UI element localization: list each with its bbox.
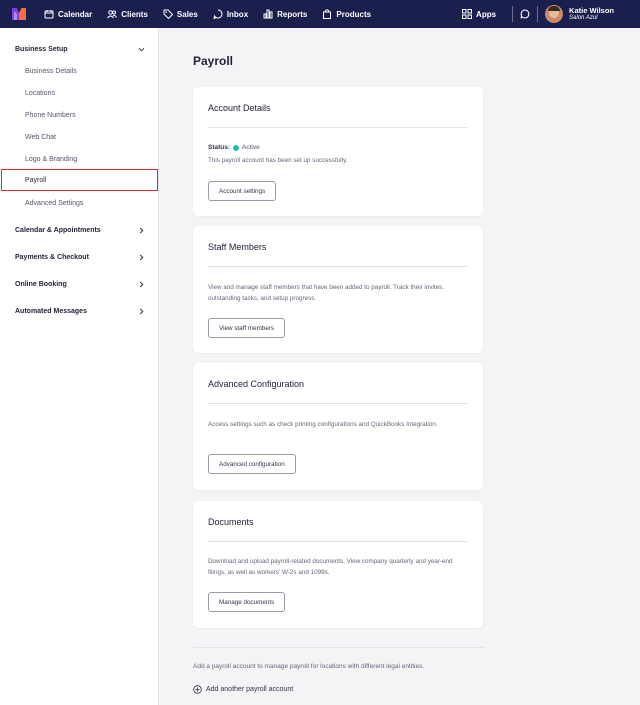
nav-clients[interactable]: Clients	[107, 9, 148, 19]
plus-circle-icon	[193, 685, 202, 694]
page-title: Payroll	[193, 54, 234, 68]
settings-sidebar: Business Setup Business Details Location…	[0, 28, 159, 705]
status-dot	[233, 144, 240, 151]
sidebar-section-payments-checkout[interactable]: Payments & Checkout	[15, 250, 145, 264]
avatar[interactable]	[545, 5, 564, 23]
card-divider	[208, 266, 468, 267]
sidebar-item-label: Phone Numbers	[25, 111, 76, 119]
sidebar-item-logo-branding[interactable]: Logo & Branding	[25, 153, 77, 165]
card-title: Account Details	[208, 103, 271, 113]
user-org: Salon Azul	[569, 14, 598, 21]
card-divider	[208, 127, 468, 128]
sidebar-item-label: Locations	[25, 89, 55, 97]
sidebar-item-label: Advanced Settings	[25, 199, 84, 207]
chevron-right-icon	[139, 308, 144, 314]
top-navigation-bar: Calendar Clients Sales Inbox Reports Pro…	[0, 0, 640, 28]
user-name: Katie Wilson	[569, 5, 614, 15]
apps-button[interactable]: Apps	[462, 9, 496, 19]
chevron-right-icon	[139, 254, 144, 260]
sidebar-item-advanced-settings[interactable]: Advanced Settings	[25, 197, 83, 209]
inbox-icon	[213, 9, 223, 19]
manage-documents-button[interactable]: Manage documents	[208, 592, 286, 612]
calendar-icon	[44, 10, 54, 19]
sidebar-section-label: Payments & Checkout	[15, 253, 89, 261]
card-description: View and manage staff members that have …	[208, 284, 445, 302]
status-row: Status: Active	[208, 144, 260, 151]
card-title: Staff Members	[208, 242, 267, 252]
advanced-configuration-button[interactable]: Advanced configuration	[208, 454, 296, 474]
sidebar-item-label: Business Details	[25, 67, 77, 75]
sidebar-section-label: Calendar & Appointments	[15, 226, 101, 234]
advanced-configuration-card: Advanced Configuration Access settings s…	[193, 363, 483, 490]
card-description: Access settings such as check printing c…	[208, 421, 438, 428]
user-menu[interactable]: Katie Wilson Salon Azul	[569, 7, 614, 21]
documents-card: Documents Download and upload payroll-re…	[193, 501, 483, 628]
view-staff-members-button[interactable]: View staff members	[208, 318, 286, 338]
footer-divider	[193, 647, 483, 648]
message-icon[interactable]	[520, 9, 530, 19]
sidebar-section-business-setup[interactable]: Business Setup	[15, 42, 145, 56]
apps-label: Apps	[476, 9, 497, 19]
bar-chart-icon	[263, 9, 273, 19]
sidebar-section-label: Automated Messages	[15, 307, 87, 315]
sidebar-item-payroll[interactable]: Payroll	[1, 169, 158, 191]
nav-sales[interactable]: Sales	[163, 9, 198, 19]
nav-inbox[interactable]: Inbox	[213, 9, 248, 19]
card-divider	[208, 541, 468, 542]
sidebar-item-label: Payroll	[25, 176, 47, 184]
staff-members-card: Staff Members View and manage staff memb…	[193, 226, 483, 353]
add-payroll-account-link[interactable]: Add another payroll account	[193, 685, 293, 694]
account-settings-button[interactable]: Account settings	[208, 181, 277, 201]
nav-reports[interactable]: Reports	[263, 9, 307, 19]
nav-divider	[537, 6, 539, 22]
nav-inbox-label: Inbox	[226, 9, 249, 19]
account-details-card: Account Details Status: Active This payr…	[193, 87, 483, 216]
grid-icon	[462, 9, 473, 19]
sidebar-section-automated-messages[interactable]: Automated Messages	[15, 304, 145, 318]
footer-note: Add a payroll account to manage payroll …	[193, 663, 425, 670]
sidebar-item-label: Web Chat	[25, 133, 56, 141]
nav-products-label: Products	[336, 9, 372, 19]
chevron-right-icon	[139, 227, 144, 233]
card-title: Documents	[208, 517, 254, 527]
tag-icon	[163, 9, 173, 19]
nav-divider	[512, 6, 514, 22]
card-description: Download and upload payroll-related docu…	[208, 558, 453, 576]
nav-sales-label: Sales	[176, 9, 198, 19]
clients-icon	[107, 10, 118, 19]
chevron-down-icon	[138, 47, 145, 52]
sidebar-item-web-chat[interactable]: Web Chat	[25, 131, 56, 143]
status-label: Status:	[208, 144, 231, 151]
nav-calendar[interactable]: Calendar	[44, 9, 92, 19]
app-logo[interactable]	[12, 8, 26, 20]
sidebar-item-business-details[interactable]: Business Details	[25, 65, 77, 77]
sidebar-section-calendar-appointments[interactable]: Calendar & Appointments	[15, 223, 145, 237]
sidebar-section-online-booking[interactable]: Online Booking	[15, 277, 145, 291]
status-badge: Active	[242, 144, 260, 151]
sidebar-item-label: Logo & Branding	[25, 155, 78, 163]
sidebar-section-label: Online Booking	[15, 280, 67, 288]
sidebar-item-locations[interactable]: Locations	[25, 87, 55, 99]
nav-products[interactable]: Products	[322, 9, 371, 19]
nav-calendar-label: Calendar	[58, 9, 93, 19]
sidebar-item-phone-numbers[interactable]: Phone Numbers	[25, 109, 76, 121]
card-description: This payroll account has been set up suc…	[208, 157, 348, 164]
chevron-right-icon	[139, 281, 144, 287]
add-link-label: Add another payroll account	[206, 686, 294, 693]
nav-reports-label: Reports	[277, 9, 308, 19]
sidebar-section-label: Business Setup	[15, 45, 68, 53]
bag-icon	[323, 9, 332, 19]
card-divider	[208, 403, 468, 404]
card-title: Advanced Configuration	[208, 379, 305, 389]
nav-clients-label: Clients	[121, 9, 148, 19]
